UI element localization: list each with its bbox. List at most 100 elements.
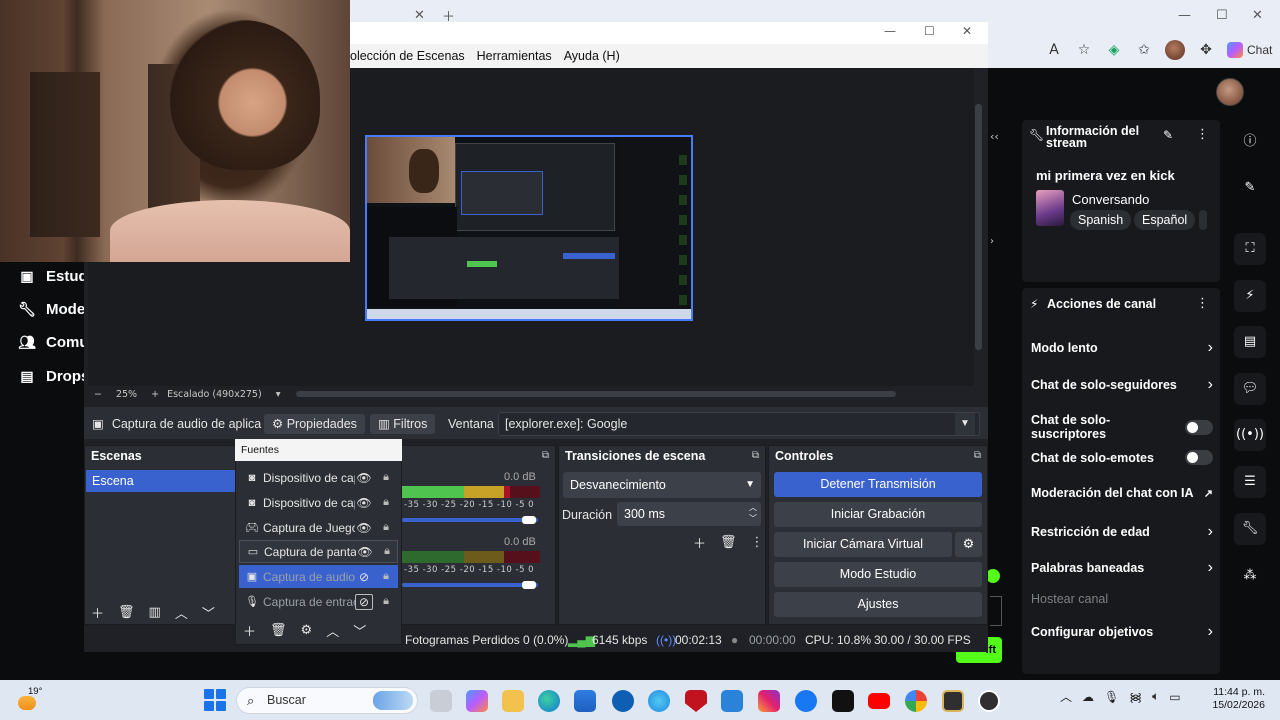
- add-icon[interactable]: ＋: [91, 603, 104, 622]
- sidebar-item-drops[interactable]: ▤ Drops: [18, 368, 89, 385]
- source-item[interactable]: ▣ Captura de audio ⊘ 🔒︎: [239, 565, 398, 588]
- sidebar-item-studio[interactable]: ▣ Estud: [18, 268, 87, 285]
- maximize-icon[interactable]: ☐: [924, 24, 935, 38]
- chat-bubble-icon[interactable]: 💬︎: [1234, 373, 1266, 405]
- volume-knob[interactable]: [522, 581, 536, 589]
- hp-icon[interactable]: [612, 690, 634, 712]
- task-view-icon[interactable]: [430, 690, 452, 712]
- close-window-icon[interactable]: ✕: [962, 24, 972, 38]
- favorites-icon[interactable]: ✩: [1135, 41, 1153, 59]
- action-followers-only[interactable]: Chat de solo-seguidores ›: [1031, 376, 1213, 394]
- zoom-out-button[interactable]: −: [94, 389, 102, 400]
- chrome-icon[interactable]: [905, 690, 927, 712]
- eye-icon[interactable]: 👁︎: [355, 471, 373, 485]
- copilot-chat-button[interactable]: Chat: [1227, 42, 1272, 58]
- info-icon[interactable]: ⓘ: [1234, 126, 1266, 158]
- add-icon[interactable]: ＋: [243, 621, 256, 640]
- app-icon[interactable]: [942, 690, 964, 712]
- action-slow-mode[interactable]: Modo lento ›: [1031, 339, 1213, 357]
- file-explorer-icon[interactable]: [502, 690, 524, 712]
- filter-icon[interactable]: ▥: [149, 605, 161, 620]
- lock-icon[interactable]: 🔒︎: [377, 521, 395, 534]
- volume-slider[interactable]: [402, 516, 538, 524]
- close-window-icon[interactable]: ✕: [1252, 8, 1263, 23]
- sidebar-item-moderation[interactable]: 🔧︎ Mode: [18, 301, 85, 318]
- weather-icon[interactable]: [18, 696, 36, 710]
- trash-icon[interactable]: 🗑︎: [720, 535, 737, 550]
- eye-hidden-icon[interactable]: ⊘: [355, 593, 373, 610]
- eye-icon[interactable]: 👁︎: [355, 521, 373, 535]
- bolt-icon[interactable]: ⚡︎: [1234, 280, 1266, 312]
- volume-icon[interactable]: 🔈︎: [1152, 689, 1159, 704]
- move-down-icon[interactable]: ﹀: [353, 621, 366, 640]
- start-recording-button[interactable]: Iniciar Grabación: [774, 502, 982, 527]
- battery-icon[interactable]: ▭: [1169, 690, 1180, 704]
- onedrive-icon[interactable]: ☁: [1082, 690, 1094, 704]
- read-aloud-icon[interactable]: A: [1045, 41, 1063, 59]
- source-item[interactable]: ▭ Captura de panta 👁︎ 🔒︎: [239, 540, 398, 563]
- eye-icon[interactable]: 👁︎: [355, 496, 373, 510]
- lock-icon[interactable]: 🔒︎: [378, 545, 396, 558]
- assistant-icon[interactable]: [648, 690, 670, 712]
- menu-scene-collection[interactable]: olección de Escenas: [350, 49, 465, 63]
- lock-icon[interactable]: 🔒︎: [377, 471, 395, 484]
- action-ai-moderation[interactable]: Moderación del chat con IA ↗: [1031, 486, 1213, 500]
- eye-hidden-icon[interactable]: ⊘: [355, 570, 373, 584]
- wrench-icon[interactable]: 🔧︎: [1234, 513, 1266, 545]
- extension-icon[interactable]: ◈: [1105, 41, 1123, 59]
- source-item[interactable]: ◙ Dispositivo de cap 👁︎ 🔒︎: [239, 466, 398, 489]
- popout-icon[interactable]: ⧉: [752, 446, 759, 466]
- document-icon[interactable]: ▤: [1234, 326, 1266, 358]
- pencil-icon[interactable]: ✎: [1234, 172, 1266, 204]
- transition-select[interactable]: Desvanecimiento ▼: [563, 472, 761, 498]
- user-avatar[interactable]: [1216, 78, 1244, 106]
- menu-help[interactable]: Ayuda (H): [564, 49, 620, 63]
- popout-icon[interactable]: ⧉: [974, 446, 981, 466]
- obs-taskbar-icon[interactable]: [978, 690, 1000, 712]
- more-options-icon[interactable]: ⋮: [1196, 127, 1209, 142]
- action-age-restriction[interactable]: Restricción de edad ›: [1031, 523, 1213, 541]
- preview-canvas[interactable]: [365, 135, 693, 321]
- minimize-icon[interactable]: —: [1178, 8, 1191, 23]
- eye-icon[interactable]: 👁︎: [356, 545, 374, 559]
- spinner-icon[interactable]: ︿ ﹀: [749, 502, 757, 524]
- edit-pencil-icon[interactable]: ✎: [1163, 128, 1173, 142]
- preview-vertical-scrollbar[interactable]: [975, 104, 982, 350]
- menu-tools[interactable]: Herramientas: [477, 49, 552, 63]
- action-banned-words[interactable]: Palabras baneadas ›: [1031, 559, 1213, 577]
- trash-icon[interactable]: 🗑︎: [270, 623, 287, 638]
- more-options-icon[interactable]: ⋮: [751, 535, 764, 550]
- start-button[interactable]: [204, 689, 226, 711]
- favorite-star-icon[interactable]: ☆: [1075, 41, 1093, 59]
- action-emotes-only[interactable]: Chat de solo-emotes: [1031, 450, 1213, 465]
- move-up-icon[interactable]: ︿: [326, 621, 339, 640]
- move-up-icon[interactable]: ︿: [175, 603, 188, 622]
- stop-streaming-button[interactable]: Detener Transmisión: [774, 472, 982, 497]
- studio-mode-button[interactable]: Modo Estudio: [774, 562, 982, 587]
- trash-icon[interactable]: 🗑︎: [118, 605, 135, 620]
- sidebar-item-community[interactable]: 👥︎ Comu: [18, 334, 88, 351]
- action-subscribers-only[interactable]: Chat de solo-suscriptores: [1031, 413, 1213, 441]
- zoom-in-button[interactable]: +: [151, 389, 159, 400]
- lock-icon[interactable]: 🔒︎: [377, 496, 395, 509]
- wifi-icon[interactable]: ᯼: [1129, 688, 1142, 705]
- action-set-goals[interactable]: Configurar objetivos ›: [1031, 623, 1213, 641]
- collapse-chevron-icon[interactable]: ‹‹: [990, 130, 999, 143]
- scene-list-item[interactable]: Escena: [86, 470, 236, 492]
- lock-icon[interactable]: 🔒︎: [377, 570, 395, 583]
- taskbar-search[interactable]: ⌕ Buscar: [236, 687, 418, 714]
- mail-icon[interactable]: [721, 690, 743, 712]
- extensions-puzzle-icon[interactable]: ✥: [1197, 41, 1215, 59]
- chevron-down-icon[interactable]: ▾: [276, 389, 281, 400]
- tray-chevron-icon[interactable]: ︿: [1060, 688, 1072, 705]
- subscribers-only-toggle[interactable]: [1185, 419, 1213, 435]
- instagram-icon[interactable]: [758, 690, 780, 712]
- settings-button[interactable]: Ajustes: [774, 592, 982, 617]
- profile-avatar[interactable]: [1165, 40, 1185, 60]
- popout-icon[interactable]: ⧉: [542, 446, 549, 466]
- microphone-icon[interactable]: 🎙︎: [1104, 690, 1119, 704]
- layout-icon[interactable]: ☰: [1234, 466, 1266, 498]
- lock-icon[interactable]: 🔒︎: [377, 595, 395, 608]
- source-item[interactable]: ◙ Dispositivo de cap 👁︎ 🔒︎: [239, 491, 398, 514]
- properties-button[interactable]: ⚙ Propiedades: [264, 414, 365, 434]
